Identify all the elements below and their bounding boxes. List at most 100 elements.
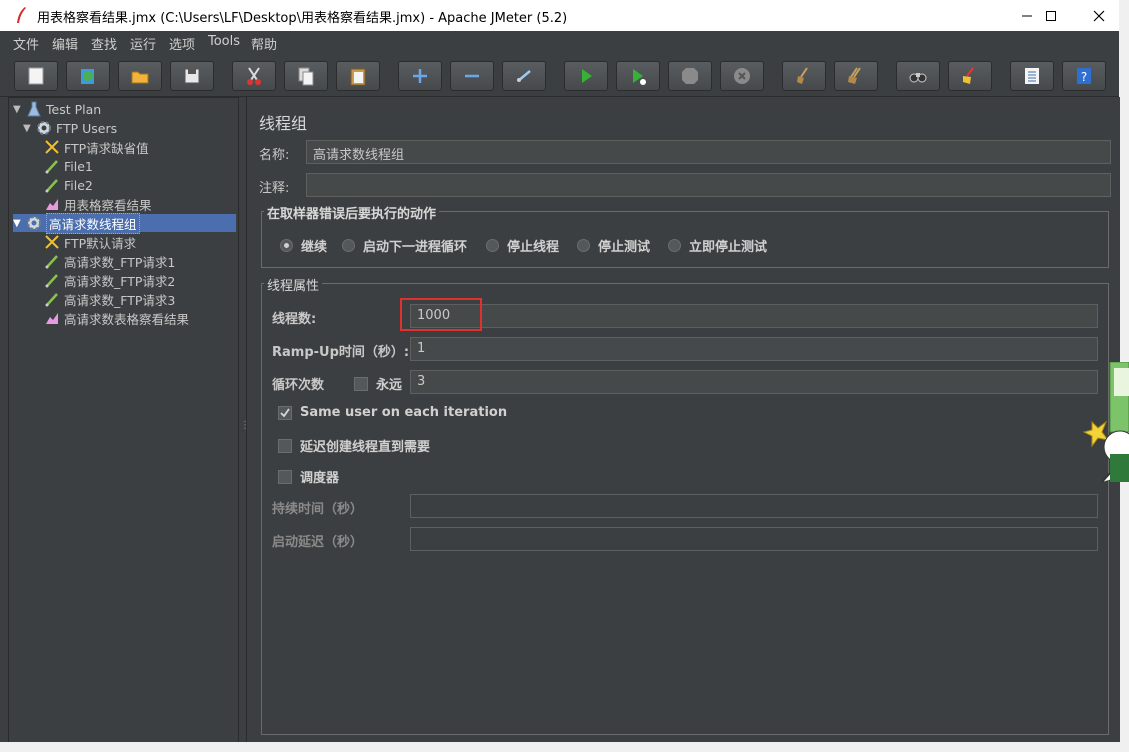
desktop-mascot-image	[1080, 361, 1129, 502]
toggle-button[interactable]	[502, 61, 546, 91]
sampler-pipette-icon	[43, 252, 61, 270]
group-title: 在取样器错误后要执行的动作	[264, 203, 440, 222]
open-icon	[131, 71, 149, 84]
start-button[interactable]	[564, 61, 608, 91]
copy-icon	[298, 67, 314, 86]
open-button[interactable]	[118, 61, 162, 91]
radio-label: 停止测试	[598, 240, 651, 255]
comment-field[interactable]	[306, 173, 1111, 197]
tree-node-file1[interactable]: File1	[43, 157, 93, 175]
templates-button[interactable]	[66, 61, 110, 91]
duration-field[interactable]	[410, 494, 1098, 518]
help-icon: ?	[1077, 68, 1091, 84]
collapse-arrow-icon[interactable]: ▼	[13, 218, 25, 229]
stop-icon	[682, 68, 698, 84]
start-icon	[582, 69, 592, 83]
sampler-pipette-icon	[43, 271, 61, 289]
scheduler-checkbox[interactable]: 调度器	[278, 467, 339, 486]
collapse-arrow-icon[interactable]: ▼	[13, 104, 25, 115]
expand-button[interactable]	[398, 61, 442, 91]
menu-file[interactable]: 文件	[13, 34, 39, 53]
function-helper-icon	[1025, 68, 1039, 84]
tree-node-label: 高请求数_FTP请求3	[64, 292, 176, 308]
menu-bar: 文件 编辑 查找 运行 选项 Tools 帮助	[0, 31, 1119, 54]
checkbox-label: Same user on each iteration	[300, 405, 508, 420]
clear-all-button[interactable]	[834, 61, 878, 91]
menu-search[interactable]: 查找	[91, 34, 117, 53]
config-tools-icon	[43, 233, 61, 251]
shutdown-button[interactable]	[720, 61, 764, 91]
radio-stop-test-now[interactable]: 立即停止测试	[668, 236, 767, 255]
paste-button[interactable]	[336, 61, 380, 91]
tree-node-label: 高请求数_FTP请求2	[64, 273, 176, 289]
tree-node-ftp-defaults[interactable]: FTP请求缺省值	[43, 138, 149, 156]
cut-button[interactable]	[232, 61, 276, 91]
listener-chart-icon	[43, 309, 61, 327]
tree-node-view-results-table[interactable]: 用表格察看结果	[43, 195, 152, 213]
templates-icon	[81, 69, 94, 84]
search-button[interactable]	[896, 61, 940, 91]
collapse-button[interactable]	[450, 61, 494, 91]
clear-all-icon	[848, 67, 861, 84]
menu-help[interactable]: 帮助	[251, 34, 277, 53]
clear-button[interactable]	[782, 61, 826, 91]
checkbox-box	[354, 376, 368, 391]
start-no-pause-button[interactable]	[616, 61, 660, 91]
name-field[interactable]: 高请求数线程组	[306, 140, 1111, 164]
help-button[interactable]: ?	[1062, 61, 1106, 91]
menu-edit[interactable]: 编辑	[52, 34, 78, 53]
menu-run[interactable]: 运行	[130, 34, 156, 53]
maximize-button[interactable]	[1028, 0, 1074, 31]
radio-stop-thread[interactable]: 停止线程	[486, 236, 559, 255]
loop-count-field[interactable]: 3	[410, 370, 1098, 394]
radio-stop-test[interactable]: 停止测试	[577, 236, 650, 255]
checkbox-label: 延迟创建线程直到需要	[300, 440, 431, 455]
tree-node-ftp-request-1[interactable]: 高请求数_FTP请求1	[43, 252, 175, 270]
tree-node-file2[interactable]: File2	[43, 176, 93, 194]
radio-dot	[668, 239, 681, 252]
close-button[interactable]	[1076, 0, 1122, 31]
tree-node-ftp-request-3[interactable]: 高请求数_FTP请求3	[43, 290, 175, 308]
checkbox-box	[278, 438, 292, 453]
thread-group-panel: 线程组 名称: 高请求数线程组 注释: 在取样器错误后要执行的动作 继续 启动下…	[246, 97, 1120, 742]
new-button[interactable]	[14, 61, 58, 91]
config-tools-icon	[43, 138, 61, 156]
tree-node-ftp-request-2[interactable]: 高请求数_FTP请求2	[43, 271, 175, 289]
rampup-field[interactable]: 1	[410, 337, 1098, 361]
radio-start-next-loop[interactable]: 启动下一进程循环	[342, 236, 467, 255]
radio-label: 停止线程	[507, 240, 560, 255]
radio-label: 继续	[301, 240, 328, 255]
threads-field[interactable]: 1000	[410, 304, 1098, 328]
name-label: 名称:	[259, 148, 290, 163]
tree-node-test-plan[interactable]: ▼ Test Plan	[13, 100, 101, 118]
save-button[interactable]	[170, 61, 214, 91]
startup-delay-field[interactable]	[410, 527, 1098, 551]
search-icon	[909, 73, 927, 83]
tree-node-high-request-results-table[interactable]: 高请求数表格察看结果	[43, 309, 189, 327]
clear-icon	[797, 67, 808, 84]
reset-search-button[interactable]	[948, 61, 992, 91]
same-user-checkbox[interactable]: Same user on each iteration	[278, 405, 507, 420]
tree-node-ftp-default-request[interactable]: FTP默认请求	[43, 233, 136, 251]
check-icon	[280, 407, 290, 417]
stop-button[interactable]	[668, 61, 712, 91]
expand-icon	[413, 69, 427, 83]
radio-label: 立即停止测试	[689, 240, 768, 255]
checkbox-label: 调度器	[300, 471, 340, 486]
reset-search-icon	[963, 67, 974, 84]
radio-continue[interactable]: 继续	[280, 236, 327, 255]
page-title: 线程组	[259, 114, 308, 133]
flask-icon	[25, 100, 43, 118]
copy-button[interactable]	[284, 61, 328, 91]
function-helper-button[interactable]	[1010, 61, 1054, 91]
delay-thread-creation-checkbox[interactable]: 延迟创建线程直到需要	[278, 436, 430, 455]
menu-options[interactable]: 选项	[169, 34, 195, 53]
jmeter-feather-icon	[17, 7, 26, 23]
tree-node-label: 高请求数_FTP请求1	[64, 254, 176, 270]
tree-node-high-request-thread-group[interactable]: ▼ 高请求数线程组	[13, 212, 236, 234]
tree-node-ftp-users[interactable]: ▼ FTP Users	[23, 119, 117, 137]
threads-label: 线程数:	[272, 312, 317, 327]
collapse-arrow-icon[interactable]: ▼	[23, 123, 35, 134]
forever-checkbox[interactable]: 永远	[354, 374, 402, 393]
menu-tools[interactable]: Tools	[208, 34, 240, 49]
